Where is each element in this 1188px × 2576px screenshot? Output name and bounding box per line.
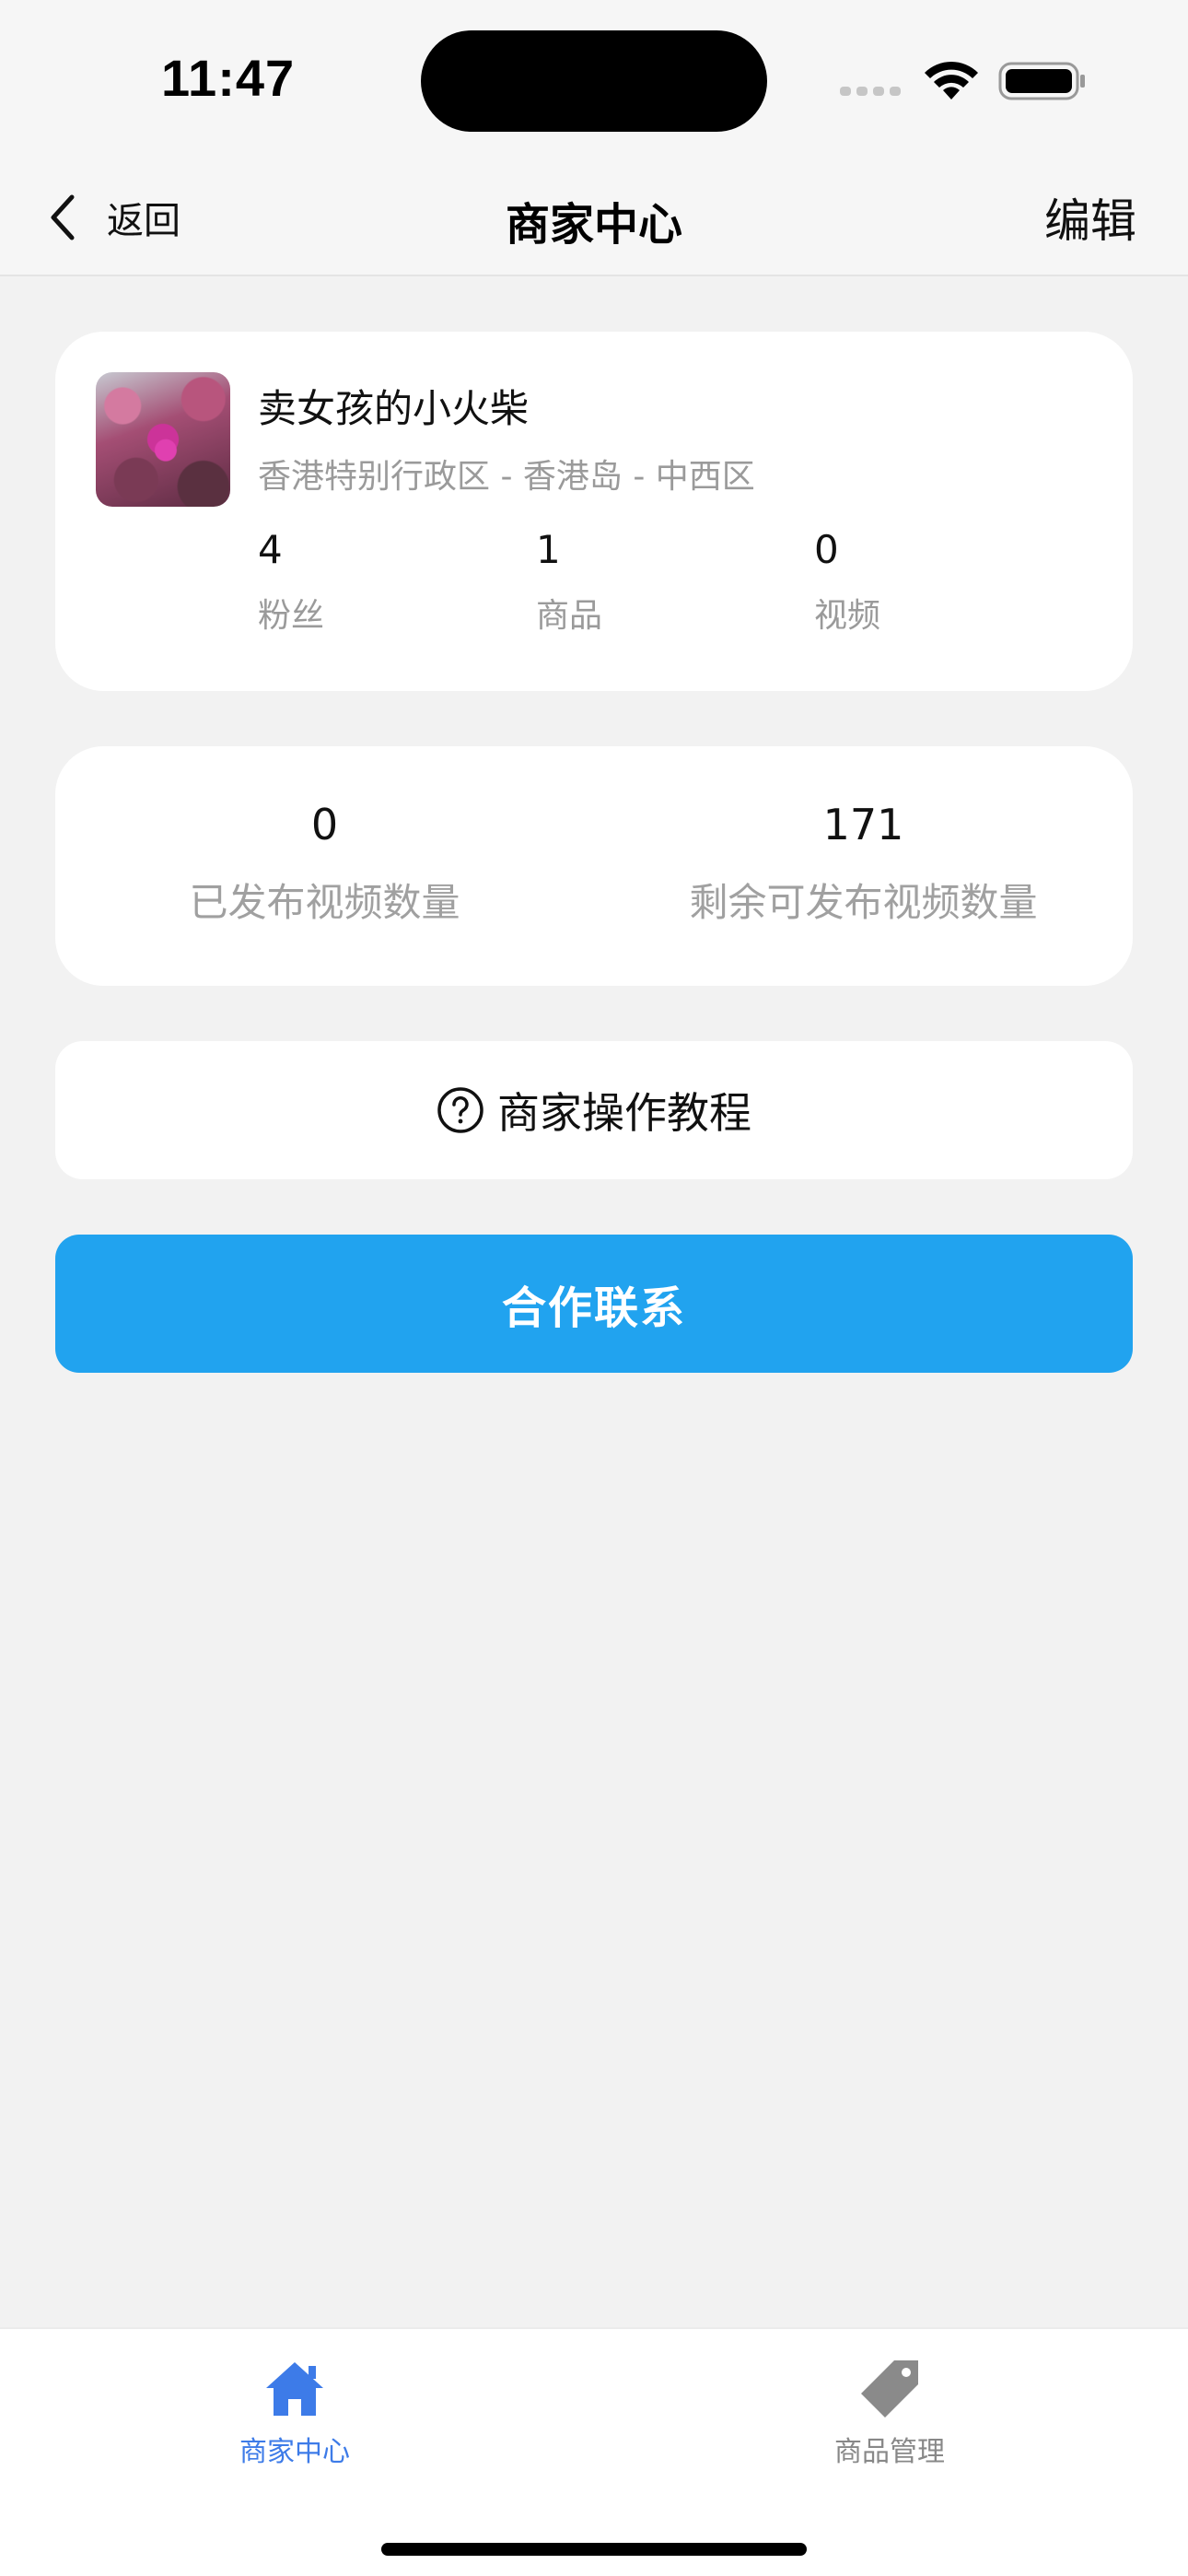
status-time: 11:47 [161, 49, 296, 107]
stat-fans-value: 4 [258, 527, 283, 572]
stat-fans[interactable]: 4 粉丝 [258, 527, 460, 637]
stat-videos-label: 视频 [814, 597, 881, 635]
battery-icon [998, 62, 1085, 100]
shop-location: 香港特别行政区 - 香港岛 - 中西区 [258, 458, 755, 496]
tag-icon [861, 2360, 918, 2418]
nav-bar: 返回 商家中心 编辑 [0, 157, 1188, 276]
contact-button[interactable]: 合作联系 [55, 1235, 1133, 1373]
remaining-videos-label: 剩余可发布视频数量 [689, 880, 1038, 925]
avatar[interactable] [96, 372, 230, 507]
remaining-videos: 171 剩余可发布视频数量 [594, 800, 1133, 928]
stat-fans-label: 粉丝 [258, 597, 325, 635]
stat-goods-label: 商品 [536, 597, 603, 635]
status-bar: 11:47 [0, 0, 1188, 157]
tutorial-button[interactable]: 商家操作教程 [55, 1041, 1133, 1179]
edit-button[interactable]: 编辑 [1044, 184, 1136, 251]
video-quota-card: 0 已发布视频数量 171 剩余可发布视频数量 [55, 746, 1133, 986]
tab-bar: 商家中心 商品管理 [0, 2327, 1188, 2576]
question-circle-icon [437, 1087, 483, 1133]
contact-label: 合作联系 [501, 1282, 686, 1334]
home-icon [266, 2362, 323, 2416]
stat-goods[interactable]: 1 商品 [536, 527, 739, 637]
wifi-icon [925, 61, 978, 100]
stat-videos[interactable]: 0 视频 [814, 527, 1017, 637]
home-indicator [381, 2543, 807, 2556]
profile-card: 卖女孩的小火柴 香港特别行政区 - 香港岛 - 中西区 4 粉丝 1 商品 0 … [55, 332, 1133, 691]
page-title: 商家中心 [505, 199, 682, 251]
published-videos-label: 已发布视频数量 [189, 880, 460, 925]
stat-goods-value: 1 [536, 527, 561, 572]
tab-goods-management[interactable]: 商品管理 [751, 2357, 1028, 2469]
screen: 11:47 返回 商家中心 编辑 卖女孩的小火柴 香港特别行政区 - 香港岛 -… [0, 0, 1188, 2576]
published-videos-value: 0 [310, 800, 339, 849]
shop-name: 卖女孩的小火柴 [258, 386, 530, 431]
published-videos: 0 已发布视频数量 [55, 800, 594, 928]
tab-goods-management-label: 商品管理 [834, 2436, 945, 2468]
tab-merchant-center-label: 商家中心 [239, 2436, 350, 2468]
tab-merchant-center[interactable]: 商家中心 [157, 2357, 433, 2469]
stat-videos-value: 0 [814, 527, 839, 572]
cell-signal-icon [840, 85, 904, 98]
dynamic-island [421, 30, 767, 132]
tutorial-label: 商家操作教程 [497, 1088, 751, 1138]
remaining-videos-value: 171 [822, 800, 904, 849]
